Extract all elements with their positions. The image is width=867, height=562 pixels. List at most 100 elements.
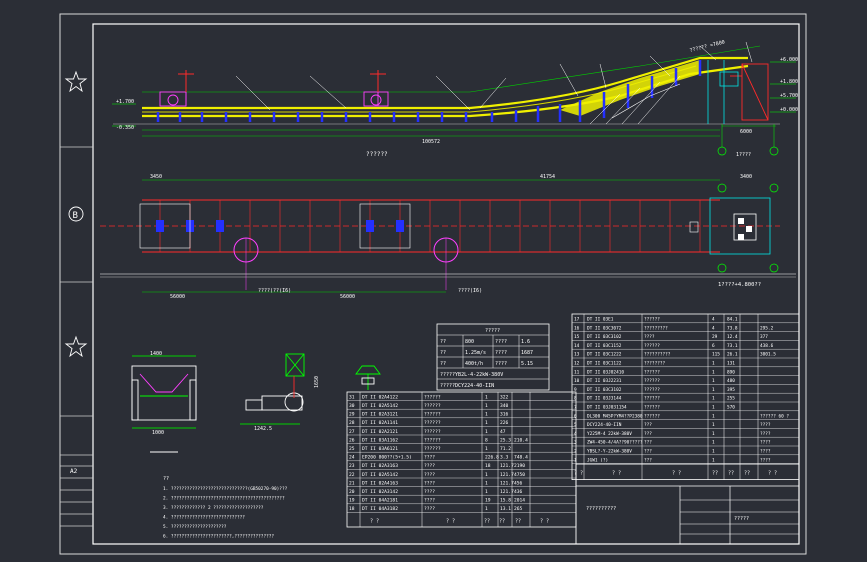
bom-right-cell: ??????: [644, 343, 660, 349]
bom-right-cell: 1: [712, 449, 715, 455]
bom-left-cell: 1: [485, 489, 488, 495]
elev-right-b: +0.000: [780, 107, 798, 113]
bom-left-cell: DT II 02A5142: [362, 403, 398, 409]
bom-left-cell: 29: [349, 412, 355, 418]
bom-left-cell: ??????: [424, 437, 441, 443]
bom-right-cell: ???: [644, 457, 652, 463]
plan-elev-label: 1????+4.800??: [718, 282, 761, 288]
bom-right-cell: 377: [760, 334, 768, 340]
bom-right-cell: 7: [574, 405, 577, 411]
bom-left-cell: DT II 04A2181: [362, 498, 398, 504]
bom-left-cell: 8: [485, 437, 488, 443]
bom-right-cell: ZW4-450-4/4A??90?????: [587, 440, 643, 446]
params-cell: 1687: [521, 350, 533, 356]
bom-right-cell: 9: [574, 387, 577, 393]
bom-right-cell: 10: [574, 378, 580, 384]
bom-right-cell: 13: [574, 352, 580, 358]
bom-right-cell: 16: [574, 325, 580, 331]
bom-left-cell: ????: [424, 506, 435, 512]
bom-right-cell: 5: [574, 422, 577, 428]
section-a-dim-b: 1000: [152, 430, 164, 436]
bom-left-cell: 121.7: [500, 472, 514, 478]
bom-left-cell: ??????: [424, 403, 441, 409]
bom-left-cell: 23: [349, 463, 355, 469]
bom-left-cell: 25: [349, 446, 355, 452]
bom-left-header: ? ?: [370, 518, 379, 524]
bom-right-cell: ??????: [644, 396, 660, 402]
bom-right-header: ??: [744, 471, 750, 477]
params-cell: ??: [440, 350, 446, 356]
bom-right-cell: 1: [712, 369, 715, 375]
bom-right-cell: 15: [574, 334, 580, 340]
params-cell: 5.15: [521, 361, 533, 367]
params-cell: 800: [465, 339, 474, 345]
bom-left-cell: 436: [514, 489, 523, 495]
bom-left-cell: 2190: [514, 463, 525, 469]
bom-right-cell: ????: [760, 449, 771, 455]
plan-right-span: 56000: [340, 294, 355, 300]
bom-right-cell: ??????: [644, 405, 660, 411]
bom-right-cell: 4: [574, 431, 577, 437]
bom-right-cell: Y225M-4 22kW-380V: [587, 431, 632, 437]
bom-left-cell: 30: [349, 403, 355, 409]
bom-left-cell: 28: [349, 420, 355, 426]
bom-left-cell: 226: [500, 420, 509, 426]
bom-right-cell: DT II 03C3102: [587, 334, 622, 340]
bom-left-cell: 121.7: [500, 480, 514, 486]
bom-right-cell: DCY224-40-IIN: [587, 422, 622, 428]
bom-right-cell: DT II 03J031154: [587, 405, 627, 411]
bom-right-cell: 6: [712, 343, 715, 349]
elev-right-dim: 6000: [740, 129, 752, 135]
bom-right-cell: ??????: [644, 387, 660, 393]
cad-drawing: B A2 +1.700 -0.350 +6.000 +1.800 +5.700 …: [59, 13, 807, 555]
bom-left-cell: ??????: [424, 420, 441, 426]
notes-heading: ??: [163, 476, 169, 482]
bom-right-cell: 438.6: [760, 343, 774, 349]
bom-right-cell: 14: [574, 343, 580, 349]
bom-right-cell: ?????????: [644, 325, 668, 331]
bom-right-cell: 29: [712, 334, 718, 340]
bom-left-cell: 2014: [514, 498, 525, 504]
bom-right-cell: ???: [644, 449, 652, 455]
bom-left-cell: 1: [485, 420, 488, 426]
bom-right-cell: 3: [574, 440, 577, 446]
bom-left-cell: DT II 02A5142: [362, 472, 398, 478]
notes-line: 5. ?????????????????????: [163, 524, 227, 530]
bom-right-cell: 480: [727, 378, 735, 384]
bom-left-cell: DT II 03A1162: [362, 437, 398, 443]
bom-left-cell: DT II 02A1141: [362, 420, 398, 426]
bom-left-cell: 1: [485, 429, 488, 435]
bom-right-cell: 1: [712, 431, 715, 437]
bom-right-cell: 11: [574, 369, 580, 375]
elevation-view-label: ??????: [366, 151, 388, 158]
bom-right-cell: 26.1: [727, 352, 738, 358]
bom-left-cell: 121.7: [500, 463, 514, 469]
bom-right-header: ? ?: [612, 471, 621, 477]
params-title: ?????: [485, 328, 500, 334]
bom-left-cell: 1: [485, 480, 488, 486]
bom-right-header: ?: [574, 471, 577, 477]
cad-drawing-viewport: B A2 +1.700 -0.350 +6.000 +1.800 +5.700 …: [0, 0, 867, 562]
notes-line: 6. ???????????????????????,?????????????…: [163, 534, 274, 540]
bom-right-cell: 4: [712, 317, 715, 323]
bom-right-cell: 8: [574, 396, 577, 402]
bom-left-cell: 4750: [514, 472, 525, 478]
bom-left-cell: ??????: [424, 394, 441, 400]
bom-left-cell: 1: [485, 412, 488, 418]
strip-label: A2: [70, 468, 78, 475]
plan-left-label: ????(??(I6): [258, 288, 291, 294]
bom-left-cell: 1: [485, 472, 488, 478]
elev-left-label-2: -0.350: [116, 125, 134, 131]
bom-right-cell: ????: [760, 440, 771, 446]
bom-left-cell: ????: [424, 498, 435, 504]
section-a-dim: 1400: [150, 351, 162, 357]
bom-right-header: ? ?: [768, 471, 777, 477]
params-cell: ????: [495, 361, 507, 367]
bom-right-cell: ????????: [644, 361, 666, 367]
elev-right-top: +6.000: [780, 57, 798, 63]
bom-left-cell: 71.2: [500, 446, 511, 452]
title-revision: ?????: [734, 516, 749, 522]
bom-right-header: ??: [728, 471, 734, 477]
elev-left-label: +1.700: [116, 99, 134, 105]
bom-right-cell: ????: [644, 334, 655, 340]
